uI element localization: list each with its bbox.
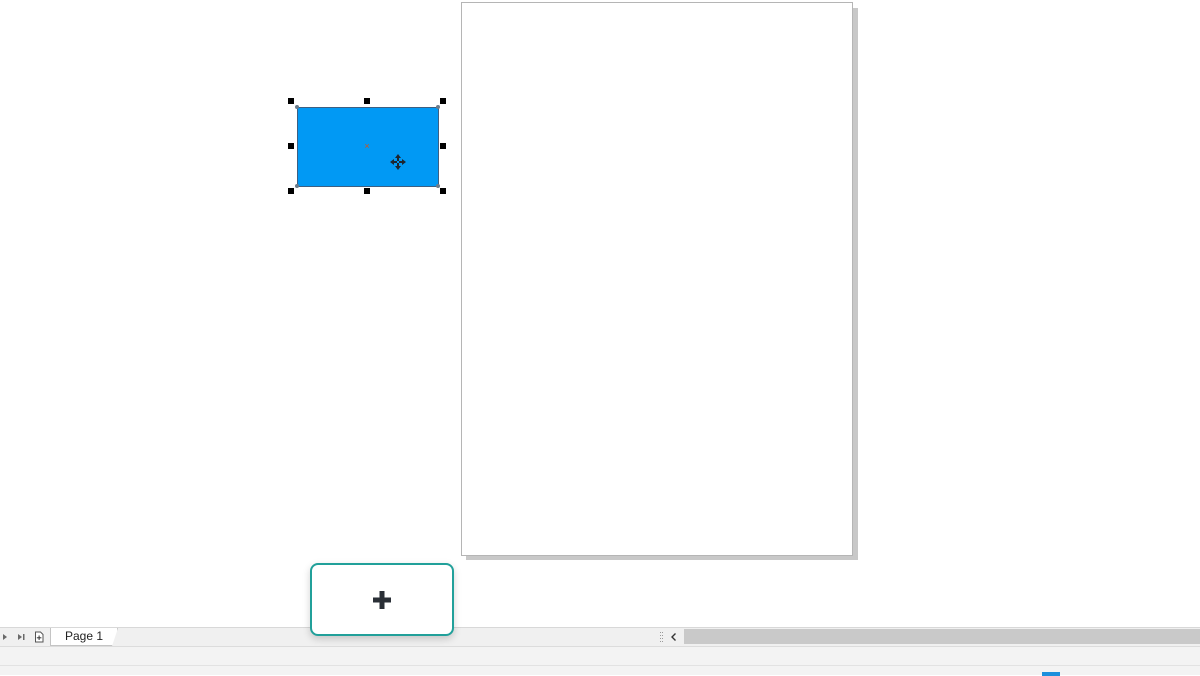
plus-icon <box>373 590 391 609</box>
selection-handle-right[interactable] <box>440 143 446 149</box>
move-cursor-icon <box>389 153 407 171</box>
selection-handle-left[interactable] <box>288 143 294 149</box>
add-page-icon[interactable] <box>33 631 45 643</box>
last-page-icon[interactable] <box>16 631 28 643</box>
shape-node[interactable] <box>295 184 299 188</box>
selection-handle-bottom-right[interactable] <box>440 188 446 194</box>
status-color-swatch[interactable] <box>1042 672 1060 676</box>
drawing-workspace[interactable]: × <box>0 0 1200 627</box>
selection-handle-top[interactable] <box>364 98 370 104</box>
tab-splitter-handle[interactable] <box>660 631 664 643</box>
shape-node[interactable] <box>436 105 440 109</box>
status-bar <box>0 646 1200 676</box>
document-page[interactable] <box>461 2 853 556</box>
page-tab-page-1[interactable]: Page 1 <box>50 628 118 646</box>
selection-handle-top-right[interactable] <box>440 98 446 104</box>
chevron-left-icon <box>671 633 676 641</box>
page-tab-bar: Page 1 <box>0 627 1200 646</box>
scroll-left-button[interactable] <box>666 629 682 645</box>
shape-node[interactable] <box>295 105 299 109</box>
center-x-mark-icon: × <box>364 141 370 151</box>
shape-node[interactable] <box>436 184 440 188</box>
next-page-icon[interactable] <box>0 631 12 643</box>
horizontal-scrollbar-thumb[interactable] <box>684 629 1200 644</box>
status-divider <box>0 665 1200 666</box>
selection-handle-top-left[interactable] <box>288 98 294 104</box>
add-button[interactable] <box>310 563 454 636</box>
selection-handle-bottom[interactable] <box>364 188 370 194</box>
selection-handle-bottom-left[interactable] <box>288 188 294 194</box>
